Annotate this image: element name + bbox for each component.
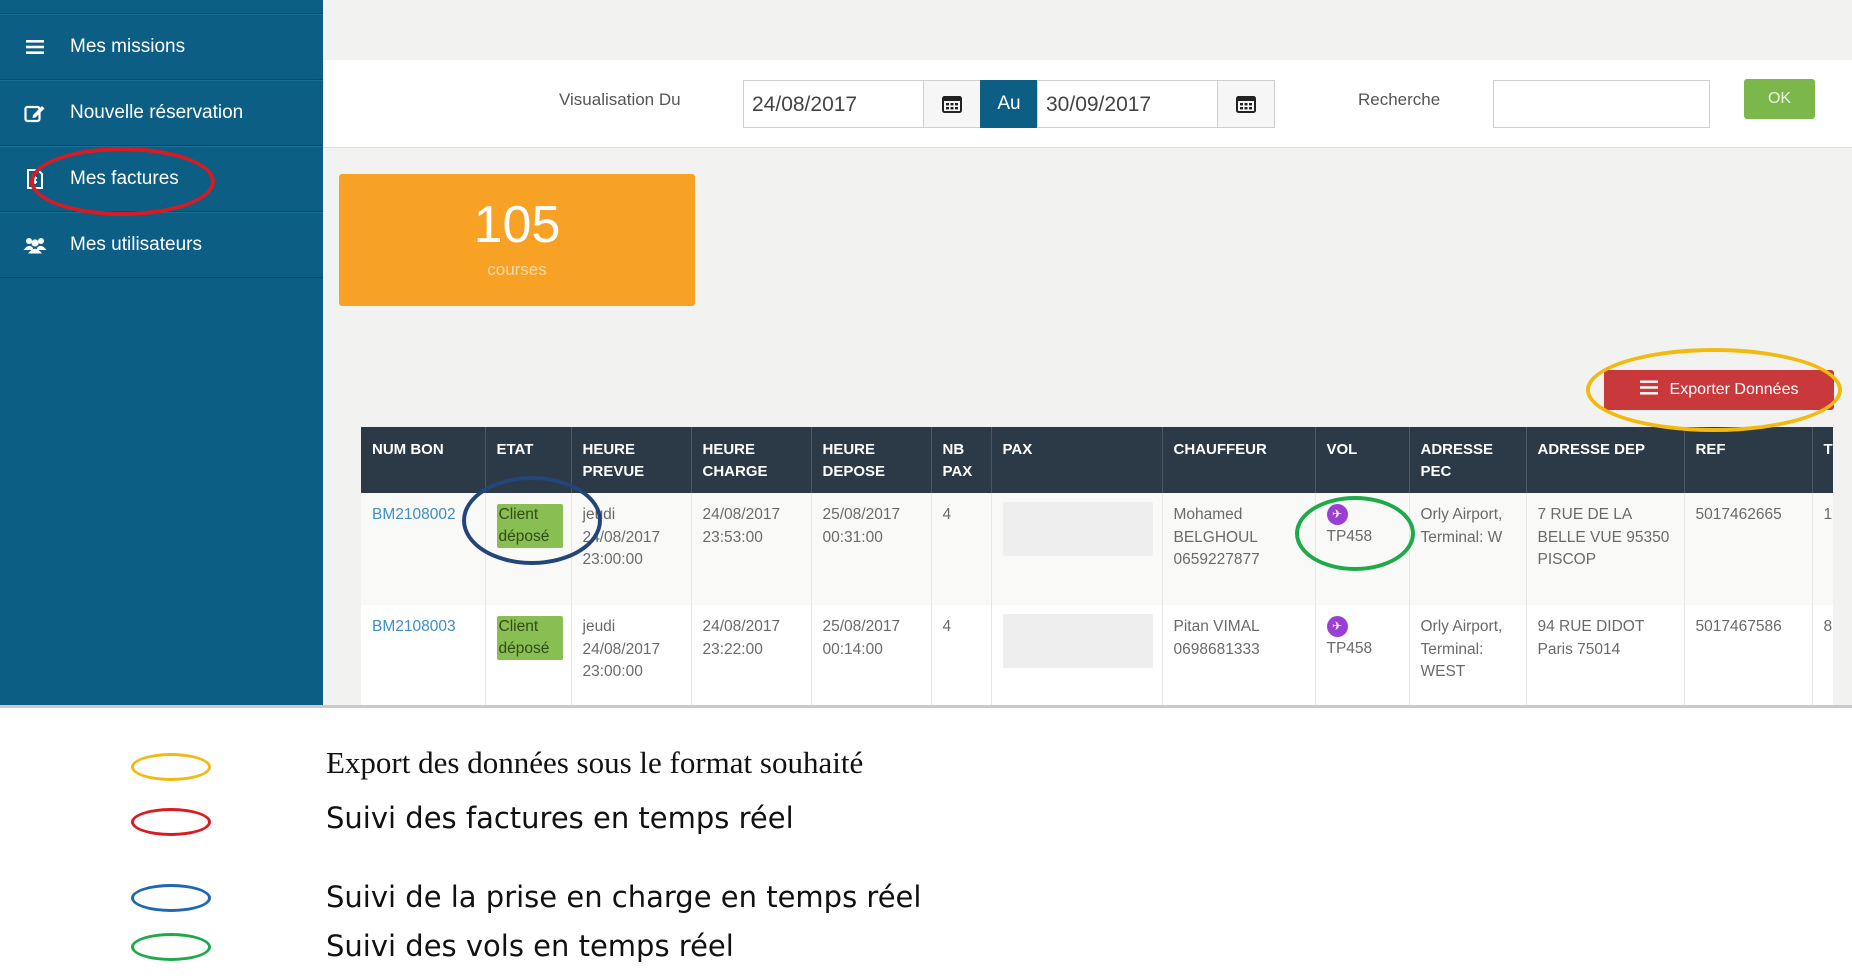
flight-number: TP458 [1326, 640, 1373, 657]
ref-cell: 5017462665 [1684, 493, 1813, 605]
chauffeur-cell: Mohamed BELGHOUL 0659227877 [1162, 493, 1316, 605]
etat-cell: Client déposé [485, 605, 572, 705]
hamburger-icon [0, 39, 70, 55]
adresse-dep-cell: 94 RUE DIDOT Paris 75014 [1526, 605, 1685, 705]
num-bon-link[interactable]: BM2108002 [361, 493, 486, 605]
vol-cell: ✈ TP458 [1315, 493, 1410, 605]
legend-blue-ellipse [131, 884, 211, 912]
heure-charge-cell: 24/08/2017 23:53:00 [691, 493, 812, 605]
table-row[interactable]: BM2108003 Client déposé jeudi 24/08/2017… [361, 605, 1833, 705]
column-header[interactable]: ADRESSE DEP [1526, 427, 1685, 493]
table-row[interactable]: BM2108002 Client déposé jeudi 24/08/2017… [361, 493, 1833, 605]
pax-redacted-block [1002, 502, 1153, 556]
filter-bar: Visualisation Du 24/08/2017 Au 30/09/201… [323, 60, 1852, 148]
table-header-row: NUM BON ETAT HEURE PREVUE HEURE CHARGE H… [361, 427, 1833, 493]
pax-redacted-block [1002, 614, 1153, 668]
heure-charge-cell: 24/08/2017 23:22:00 [691, 605, 812, 705]
vol-cell: ✈ TP458 [1315, 605, 1410, 705]
column-header[interactable]: CHAUFFEUR [1162, 427, 1316, 493]
export-data-button[interactable]: Exporter Données [1604, 370, 1834, 410]
courses-count: 105 [473, 196, 561, 254]
ok-button[interactable]: OK [1744, 79, 1815, 119]
date-from-field[interactable]: 24/08/2017 [743, 80, 924, 128]
date-from-label: Visualisation Du [559, 90, 681, 109]
column-header[interactable]: VOL [1315, 427, 1410, 493]
invoice-icon [0, 168, 70, 190]
ref-cell: 5017467586 [1684, 605, 1813, 705]
courses-count-card: 105 courses [339, 174, 695, 306]
calendar-icon[interactable] [1217, 80, 1275, 128]
legend-text: Export des données sous le format souhai… [326, 745, 864, 780]
adresse-pec-cell: Orly Airport, Terminal: W [1409, 493, 1527, 605]
sidebar-item-label: Mes utilisateurs [70, 234, 202, 255]
date-to-label: Au [980, 80, 1038, 128]
heure-depose-cell: 25/08/2017 00:31:00 [811, 493, 932, 605]
sidebar: Mes missions Nouvelle réservation Mes fa… [0, 0, 323, 705]
edit-icon [0, 103, 70, 123]
column-header[interactable]: HEURE DEPOSE [811, 427, 932, 493]
legend-green-ellipse [131, 933, 211, 961]
heure-prevue-cell: jeudi 24/08/2017 23:00:00 [571, 605, 692, 705]
sidebar-item-label: Nouvelle réservation [70, 102, 244, 123]
app-root: Mes missions Nouvelle réservation Mes fa… [0, 0, 1852, 976]
t-cell: 8 [1812, 605, 1833, 705]
chauffeur-cell: Pitan VIMAL 0698681333 [1162, 605, 1316, 705]
legend-text: Suivi des vols en temps réel [326, 929, 734, 963]
adresse-dep-cell: 7 RUE DE LA BELLE VUE 95350 PISCOP [1526, 493, 1685, 605]
column-header[interactable]: NB PAX [931, 427, 992, 493]
t-cell: 1 [1812, 493, 1833, 605]
date-to-field[interactable]: 30/09/2017 [1037, 80, 1218, 128]
screenshot-area: Mes missions Nouvelle réservation Mes fa… [0, 0, 1852, 708]
column-header[interactable]: T [1812, 427, 1833, 493]
legend-text: Suivi de la prise en charge en temps rée… [326, 880, 922, 914]
courses-label: courses [487, 260, 547, 279]
heure-depose-cell: 25/08/2017 00:14:00 [811, 605, 932, 705]
column-header[interactable]: NUM BON [361, 427, 486, 493]
users-icon [0, 236, 70, 254]
sidebar-item-nouvelle-reservation[interactable]: Nouvelle réservation [0, 80, 323, 146]
plane-icon[interactable]: ✈ [1326, 616, 1348, 637]
export-data-label: Exporter Données [1669, 381, 1799, 398]
pax-cell [991, 605, 1163, 705]
legend-text: Suivi des factures en temps réel [326, 801, 794, 835]
num-bon-link[interactable]: BM2108003 [361, 605, 486, 705]
status-badge: Client déposé [496, 616, 563, 660]
etat-cell: Client déposé [485, 493, 572, 605]
sidebar-top-strip [0, 0, 323, 14]
adresse-pec-cell: Orly Airport, Terminal: WEST [1409, 605, 1527, 705]
plane-icon[interactable]: ✈ [1326, 504, 1348, 525]
column-header[interactable]: ETAT [485, 427, 572, 493]
sidebar-item-mes-factures[interactable]: Mes factures [0, 146, 323, 212]
column-header[interactable]: HEURE PREVUE [571, 427, 692, 493]
nb-pax-cell: 4 [931, 493, 992, 605]
search-input[interactable] [1493, 80, 1710, 128]
status-badge: Client déposé [496, 504, 563, 548]
column-header[interactable]: PAX [991, 427, 1163, 493]
calendar-icon[interactable] [923, 80, 981, 128]
sidebar-item-mes-utilisateurs[interactable]: Mes utilisateurs [0, 212, 323, 278]
legend-red-ellipse [131, 808, 211, 836]
nb-pax-cell: 4 [931, 605, 992, 705]
sidebar-item-label: Mes factures [70, 168, 179, 189]
search-label: Recherche [1358, 90, 1441, 109]
legend-yellow-ellipse [131, 753, 211, 781]
column-header[interactable]: REF [1684, 427, 1813, 493]
pax-cell [991, 493, 1163, 605]
sidebar-item-label: Mes missions [70, 36, 186, 57]
missions-table: NUM BON ETAT HEURE PREVUE HEURE CHARGE H… [361, 427, 1833, 705]
flight-number: TP458 [1326, 528, 1373, 545]
sidebar-item-mes-missions[interactable]: Mes missions [0, 14, 323, 80]
column-header[interactable]: ADRESSE PEC [1409, 427, 1527, 493]
column-header[interactable]: HEURE CHARGE [691, 427, 812, 493]
list-icon [1639, 380, 1658, 400]
heure-prevue-cell: jeudi 24/08/2017 23:00:00 [571, 493, 692, 605]
